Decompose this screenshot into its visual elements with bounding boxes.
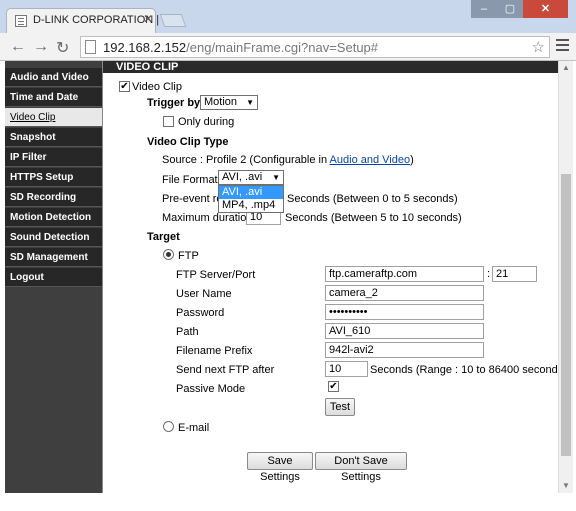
max-duration-suffix: Seconds (Between 5 to 10 seconds) bbox=[285, 212, 462, 224]
sidebar: Audio and Video Time and Date Video Clip… bbox=[5, 61, 102, 493]
scroll-up-icon[interactable]: ▲ bbox=[562, 63, 570, 72]
port-separator: : bbox=[487, 268, 491, 280]
file-format-label: File Format : bbox=[162, 174, 224, 186]
scrollbar-thumb[interactable] bbox=[561, 174, 571, 456]
ftp-server-label: FTP Server/Port bbox=[176, 269, 256, 281]
send-next-suffix: Seconds (Range : 10 to 86400 seconds) bbox=[370, 364, 567, 376]
dont-save-settings-button[interactable]: Don't Save Settings bbox=[315, 452, 407, 483]
page-icon bbox=[85, 40, 96, 54]
pre-event-suffix: Seconds (Between 0 to 5 seconds) bbox=[287, 193, 458, 205]
target-heading: Target bbox=[147, 231, 180, 243]
minimize-button[interactable]: – bbox=[471, 0, 497, 18]
close-tab-icon[interactable]: ✕ bbox=[143, 12, 153, 26]
ftp-label: FTP bbox=[178, 250, 199, 262]
path-label: Path bbox=[176, 326, 199, 338]
sidebar-item-snapshot[interactable]: Snapshot bbox=[5, 128, 102, 147]
chevron-down-icon: ▼ bbox=[272, 173, 280, 182]
username-input[interactable]: camera_2 bbox=[325, 285, 484, 301]
close-window-button[interactable]: ✕ bbox=[523, 0, 568, 18]
video-clip-label: Video Clip bbox=[132, 81, 182, 93]
only-during-checkbox[interactable] bbox=[163, 116, 174, 127]
only-during-label: Only during bbox=[178, 116, 235, 128]
trigger-label: Trigger by bbox=[147, 97, 201, 109]
ftp-port-input[interactable]: 21 bbox=[492, 266, 537, 282]
save-settings-button[interactable]: Save Settings bbox=[247, 452, 313, 483]
source-text: Source : Profile 2 (Configurable in Audi… bbox=[162, 154, 414, 166]
send-next-label: Send next FTP after bbox=[176, 364, 275, 376]
dropdown-option-mp4[interactable]: MP4, .mp4 bbox=[219, 199, 283, 212]
dropdown-option-avi[interactable]: AVI, .avi bbox=[219, 186, 283, 199]
prefix-label: Filename Prefix bbox=[176, 345, 253, 357]
forward-arrow-icon[interactable]: → bbox=[33, 38, 49, 56]
tab-strip: D-LINK CORPORATION | \ ✕ – ▢ ✕ bbox=[0, 0, 576, 33]
sidebar-item-time-date[interactable]: Time and Date bbox=[5, 88, 102, 107]
password-label: Password bbox=[176, 307, 225, 319]
reload-icon[interactable]: ↻ bbox=[56, 38, 69, 58]
email-label: E-mail bbox=[178, 422, 210, 434]
sidebar-item-audio-video[interactable]: Audio and Video bbox=[5, 68, 102, 87]
video-clip-checkbox[interactable]: ✔ bbox=[119, 81, 130, 92]
prefix-input[interactable]: 942l-avi2 bbox=[325, 342, 484, 358]
page-favicon-icon bbox=[15, 15, 27, 27]
new-tab-button[interactable] bbox=[159, 14, 187, 27]
send-next-input[interactable]: 10 bbox=[325, 361, 368, 377]
path-input[interactable]: AVI_610 bbox=[325, 323, 484, 339]
page-scrollbar[interactable]: ▲ ▼ bbox=[558, 61, 573, 493]
email-radio[interactable] bbox=[163, 421, 174, 432]
sidebar-item-motion-detection[interactable]: Motion Detection bbox=[5, 208, 102, 227]
username-label: User Name bbox=[176, 288, 232, 300]
page-title: VIDEO CLIP bbox=[103, 61, 558, 73]
browser-toolbar: ← → ↻ 192.168.2.152/eng/mainFrame.cgi?na… bbox=[0, 33, 576, 61]
scroll-down-icon[interactable]: ▼ bbox=[562, 481, 570, 490]
sidebar-item-video-clip[interactable]: Video Clip bbox=[5, 108, 102, 127]
file-format-select[interactable]: AVI, .avi ▼ bbox=[218, 170, 284, 185]
audio-video-link[interactable]: Audio and Video bbox=[330, 154, 411, 166]
sidebar-item-https-setup[interactable]: HTTPS Setup bbox=[5, 168, 102, 187]
sidebar-item-sd-management[interactable]: SD Management bbox=[5, 248, 102, 267]
sidebar-item-sound-detection[interactable]: Sound Detection bbox=[5, 228, 102, 247]
sidebar-item-logout[interactable]: Logout bbox=[5, 268, 102, 287]
passive-mode-checkbox[interactable]: ✔ bbox=[328, 381, 339, 392]
menu-icon[interactable] bbox=[556, 39, 569, 54]
maximize-button[interactable]: ▢ bbox=[497, 0, 523, 18]
sidebar-item-sd-recording[interactable]: SD Recording bbox=[5, 188, 102, 207]
url-text: 192.168.2.152/eng/mainFrame.cgi?nav=Setu… bbox=[103, 40, 379, 55]
passive-label: Passive Mode bbox=[176, 383, 246, 395]
chevron-down-icon: ▼ bbox=[246, 98, 254, 107]
ftp-radio[interactable] bbox=[163, 249, 174, 260]
browser-tab[interactable]: D-LINK CORPORATION | \ ✕ bbox=[6, 8, 165, 33]
back-arrow-icon[interactable]: ← bbox=[10, 38, 26, 56]
file-format-dropdown: AVI, .avi MP4, .mp4 bbox=[218, 185, 284, 213]
trigger-select[interactable]: Motion ▼ bbox=[200, 95, 258, 110]
max-duration-label: Maximum duration : bbox=[162, 212, 259, 224]
address-bar[interactable]: 192.168.2.152/eng/mainFrame.cgi?nav=Setu… bbox=[80, 36, 550, 58]
test-button[interactable]: Test bbox=[325, 398, 355, 416]
bookmark-star-icon[interactable]: ☆ bbox=[532, 38, 545, 56]
ftp-server-input[interactable]: ftp.cameraftp.com bbox=[325, 266, 484, 282]
password-input[interactable]: •••••••••• bbox=[325, 304, 484, 320]
divider bbox=[102, 61, 103, 493]
sidebar-item-ip-filter[interactable]: IP Filter bbox=[5, 148, 102, 167]
clip-type-heading: Video Clip Type bbox=[147, 136, 229, 148]
